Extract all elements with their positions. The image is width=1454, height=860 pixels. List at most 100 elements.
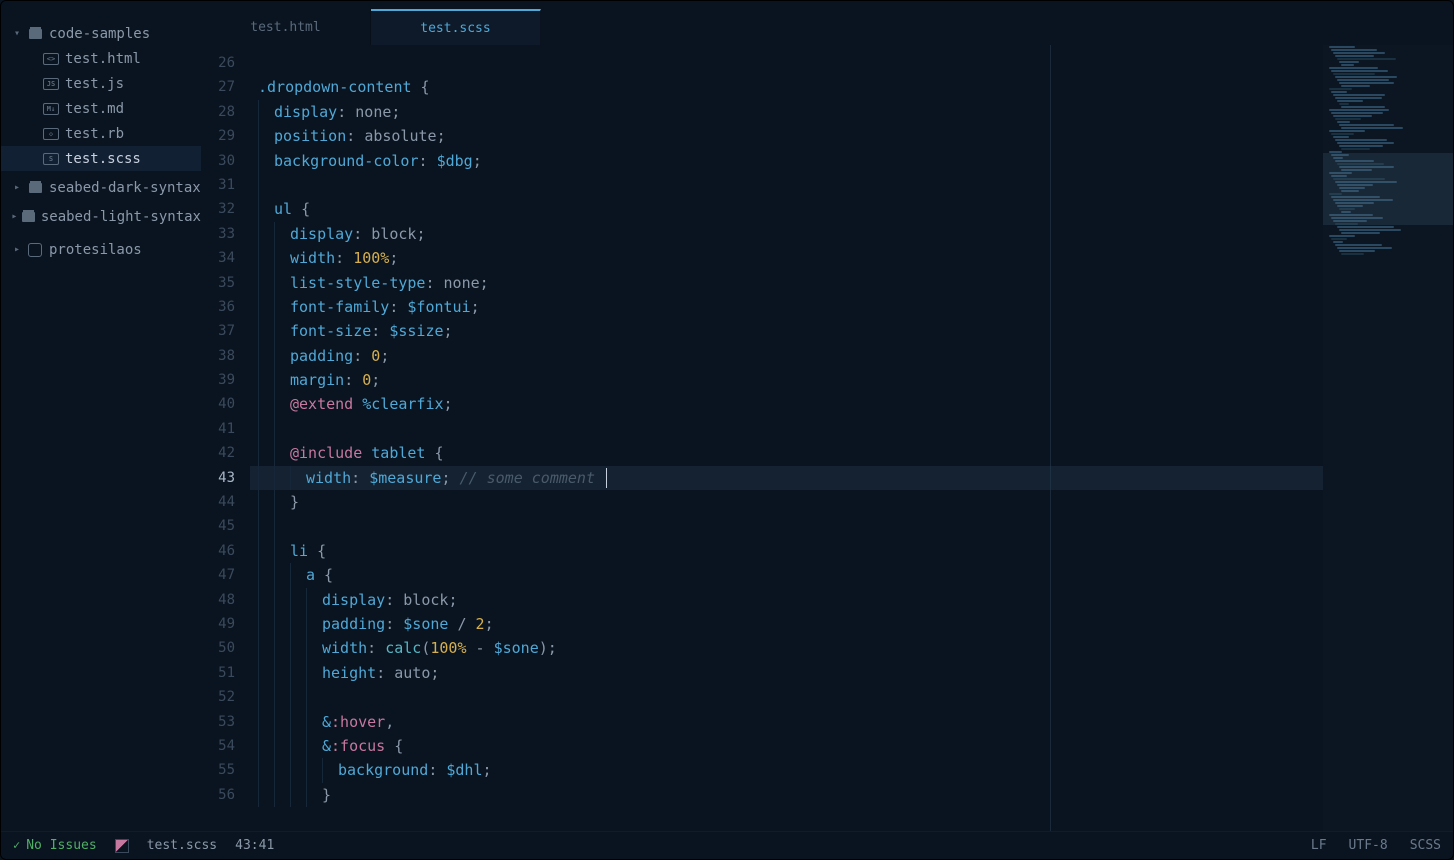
tree-file-test-scss[interactable]: Stest.scss bbox=[1, 146, 201, 171]
line-number[interactable]: 56 bbox=[201, 783, 235, 807]
code-line[interactable]: &:focus { bbox=[250, 734, 1323, 758]
minimap-viewport[interactable] bbox=[1323, 153, 1453, 225]
line-number[interactable]: 42 bbox=[201, 441, 235, 465]
code-line[interactable]: height: auto; bbox=[250, 661, 1323, 685]
tree-repo[interactable]: ▸ protesilaos bbox=[1, 237, 201, 262]
code-line[interactable]: font-size: $ssize; bbox=[250, 319, 1323, 343]
tab-bar[interactable]: test.htmltest.scss bbox=[201, 9, 1453, 45]
code-line[interactable]: ul { bbox=[250, 197, 1323, 221]
code-line[interactable]: li { bbox=[250, 539, 1323, 563]
code-line[interactable]: display: block; bbox=[250, 222, 1323, 246]
line-number[interactable]: 39 bbox=[201, 368, 235, 392]
line-number[interactable]: 36 bbox=[201, 295, 235, 319]
indent-guide bbox=[290, 758, 306, 782]
line-number[interactable]: 54 bbox=[201, 734, 235, 758]
code-line[interactable]: &:hover, bbox=[250, 710, 1323, 734]
line-number[interactable]: 27 bbox=[201, 75, 235, 99]
status-line-ending[interactable]: LF bbox=[1311, 838, 1327, 853]
indent-guide bbox=[290, 466, 306, 490]
code-line[interactable]: @include tablet { bbox=[250, 441, 1323, 465]
indent-guide bbox=[274, 222, 290, 246]
code-line[interactable]: } bbox=[250, 783, 1323, 807]
line-number[interactable]: 53 bbox=[201, 710, 235, 734]
line-number[interactable]: 34 bbox=[201, 246, 235, 270]
tree-root[interactable]: ▾ code-samples bbox=[1, 21, 201, 46]
code-line[interactable] bbox=[250, 173, 1323, 197]
line-number[interactable]: 35 bbox=[201, 271, 235, 295]
status-file[interactable]: test.scss bbox=[147, 838, 217, 853]
line-number[interactable]: 45 bbox=[201, 514, 235, 538]
tab-test-html[interactable]: test.html bbox=[201, 9, 371, 45]
indent-guide bbox=[290, 563, 306, 587]
line-number[interactable]: 49 bbox=[201, 612, 235, 636]
line-number[interactable]: 33 bbox=[201, 222, 235, 246]
line-number[interactable]: 50 bbox=[201, 636, 235, 660]
line-number[interactable]: 48 bbox=[201, 588, 235, 612]
line-number[interactable]: 41 bbox=[201, 417, 235, 441]
code-line[interactable] bbox=[250, 51, 1323, 75]
indent-guide bbox=[274, 710, 290, 734]
tree-file-test-md[interactable]: M↓test.md bbox=[1, 96, 201, 121]
code-line[interactable]: width: calc(100% - $sone); bbox=[250, 636, 1323, 660]
line-number[interactable]: 30 bbox=[201, 149, 235, 173]
line-number[interactable]: 47 bbox=[201, 563, 235, 587]
code-line[interactable]: background: $dhl; bbox=[250, 758, 1323, 782]
line-number[interactable]: 29 bbox=[201, 124, 235, 148]
code-line[interactable]: margin: 0; bbox=[250, 368, 1323, 392]
line-number[interactable]: 26 bbox=[201, 51, 235, 75]
tree-folder-seabed-dark-syntax[interactable]: ▸seabed-dark-syntax bbox=[1, 175, 201, 200]
minimap-line bbox=[1329, 46, 1355, 48]
status-issues[interactable]: No Issues bbox=[13, 838, 97, 853]
tree-file-label: test.rb bbox=[65, 126, 124, 142]
line-number[interactable]: 55 bbox=[201, 758, 235, 782]
code-line[interactable]: padding: $sone / 2; bbox=[250, 612, 1323, 636]
tree-file-test-rb[interactable]: ◇test.rb bbox=[1, 121, 201, 146]
tree-folder-seabed-light-syntax[interactable]: ▸seabed-light-syntax bbox=[1, 204, 201, 229]
line-number[interactable]: 31 bbox=[201, 173, 235, 197]
minimap[interactable] bbox=[1323, 45, 1453, 831]
minimap-line bbox=[1341, 64, 1354, 66]
line-number[interactable]: 38 bbox=[201, 344, 235, 368]
line-number[interactable]: 28 bbox=[201, 100, 235, 124]
tree-file-test-js[interactable]: JStest.js bbox=[1, 71, 201, 96]
code-line[interactable]: background-color: $dbg; bbox=[250, 149, 1323, 173]
status-encoding[interactable]: UTF-8 bbox=[1349, 838, 1388, 853]
indent-guide bbox=[258, 783, 274, 807]
status-language[interactable]: SCSS bbox=[1410, 838, 1441, 853]
code-line[interactable]: position: absolute; bbox=[250, 124, 1323, 148]
code-line[interactable]: @extend %clearfix; bbox=[250, 392, 1323, 416]
minimap-line bbox=[1339, 124, 1394, 126]
code-line[interactable]: font-family: $fontui; bbox=[250, 295, 1323, 319]
line-number[interactable]: 32 bbox=[201, 197, 235, 221]
code-area[interactable]: .dropdown-content {display: none;positio… bbox=[249, 45, 1323, 831]
code-line[interactable] bbox=[250, 514, 1323, 538]
indent-guide bbox=[274, 661, 290, 685]
tab-test-scss[interactable]: test.scss bbox=[371, 9, 541, 45]
code-line[interactable]: padding: 0; bbox=[250, 344, 1323, 368]
code-line[interactable]: } bbox=[250, 490, 1323, 514]
code-line[interactable]: a { bbox=[250, 563, 1323, 587]
status-cursor[interactable]: 43:41 bbox=[235, 838, 274, 853]
deprecation-cop-icon[interactable] bbox=[115, 839, 129, 853]
line-number[interactable]: 43 bbox=[201, 466, 235, 490]
line-number[interactable]: 40 bbox=[201, 392, 235, 416]
code-line[interactable]: list-style-type: none; bbox=[250, 271, 1323, 295]
line-number[interactable]: 52 bbox=[201, 685, 235, 709]
gutter[interactable]: 2627282930313233343536373839404142434445… bbox=[201, 45, 249, 831]
line-number[interactable]: 46 bbox=[201, 539, 235, 563]
code-line[interactable]: display: none; bbox=[250, 100, 1323, 124]
tree-file-test-html[interactable]: <>test.html bbox=[1, 46, 201, 71]
minimap-line bbox=[1337, 79, 1389, 81]
line-number[interactable]: 37 bbox=[201, 319, 235, 343]
line-number[interactable]: 44 bbox=[201, 490, 235, 514]
code-line[interactable] bbox=[250, 685, 1323, 709]
code-line[interactable] bbox=[250, 417, 1323, 441]
file-tree[interactable]: ▾ code-samples <>test.htmlJStest.jsM↓tes… bbox=[1, 9, 201, 831]
line-number[interactable]: 51 bbox=[201, 661, 235, 685]
folder-icon bbox=[22, 209, 35, 225]
minimap-line bbox=[1339, 229, 1401, 231]
code-line[interactable]: width: 100%; bbox=[250, 246, 1323, 270]
code-line[interactable]: display: block; bbox=[250, 588, 1323, 612]
code-line[interactable]: width: $measure; // some comment bbox=[250, 466, 1323, 490]
code-line[interactable]: .dropdown-content { bbox=[250, 75, 1323, 99]
